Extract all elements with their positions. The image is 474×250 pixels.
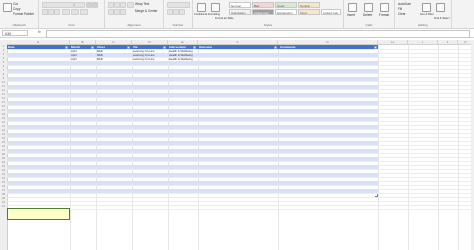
align-bottom-icon[interactable]: [120, 2, 126, 8]
copy-button[interactable]: Copy: [13, 7, 20, 11]
row-gridline: [7, 205, 474, 206]
conditional-formatting-icon[interactable]: [197, 3, 206, 12]
style-neutral[interactable]: Neutral: [298, 2, 320, 8]
name-box[interactable]: A36: [2, 30, 28, 36]
row-header[interactable]: 41: [0, 205, 7, 209]
row-gridline: [7, 209, 474, 210]
orientation-icon[interactable]: [127, 2, 134, 8]
column-gridline: [408, 45, 409, 250]
table-cell[interactable]: [198, 57, 199, 61]
delete-button[interactable]: Delete: [363, 13, 372, 17]
font-family-select[interactable]: [42, 2, 74, 8]
header-outcome: Outcome: [199, 45, 213, 49]
styles-group-label: Styles: [263, 23, 273, 27]
filter-dropdown-icon[interactable]: [91, 45, 94, 49]
font-size-select[interactable]: [74, 2, 85, 8]
header-date: Date: [8, 45, 15, 49]
filter-dropdown-icon[interactable]: [193, 45, 196, 49]
row-gridline: [7, 201, 474, 202]
row-gridline: [7, 197, 474, 198]
header-comments: Comments: [280, 45, 296, 49]
column-header-j[interactable]: J: [438, 40, 458, 45]
style-bad[interactable]: Bad: [252, 2, 274, 8]
editing-group-label: Editing: [418, 23, 428, 27]
clipboard-group-label: Clipboard: [12, 23, 26, 27]
clipboard-group: Cut Copy Format Painter Clipboard: [0, 0, 39, 28]
font-group: Font: [39, 0, 105, 28]
font-group-label: Font: [68, 23, 75, 27]
filter-dropdown-icon[interactable]: [274, 45, 277, 49]
format-as-table-button[interactable]: Format as Table: [215, 17, 234, 20]
style-normal[interactable]: Normal: [229, 2, 251, 8]
table-cell[interactable]: Health & Wellbeing: [168, 57, 193, 61]
wrap-text-button[interactable]: Wrap Text: [135, 2, 149, 6]
fill-button[interactable]: Fill: [398, 7, 402, 11]
table-row[interactable]: [7, 193, 378, 197]
insert-button[interactable]: Insert: [347, 13, 355, 17]
format-button[interactable]: Format: [379, 13, 389, 17]
paste-icon[interactable]: [3, 3, 12, 12]
shrink-font-icon[interactable]: [92, 2, 98, 8]
format-as-table-icon[interactable]: [211, 3, 220, 12]
find-select-icon[interactable]: [436, 3, 445, 12]
table-cell[interactable]: Learning On-Line: [132, 57, 155, 61]
merge-center-button[interactable]: Merge & Center: [135, 9, 158, 13]
column-gridline: [378, 45, 379, 250]
style-check-cell[interactable]: Check Cell: [252, 9, 274, 15]
ribbon: Cut Copy Format Painter Clipboard Font W…: [0, 0, 474, 29]
insert-icon[interactable]: [348, 3, 357, 12]
filter-dropdown-icon[interactable]: [163, 45, 166, 49]
autosum-button[interactable]: AutoSum: [398, 2, 411, 6]
delete-icon[interactable]: [364, 3, 373, 12]
table-cell[interactable]: [7, 57, 8, 61]
alignment-group: Wrap Text Merge & Center Alignment: [105, 0, 164, 28]
find-select-button[interactable]: Find & Select: [434, 17, 449, 20]
filter-dropdown-icon[interactable]: [127, 45, 130, 49]
table-resize-handle[interactable]: [375, 194, 378, 197]
style-good[interactable]: Good: [275, 2, 297, 8]
filter-dropdown-icon[interactable]: [374, 45, 377, 49]
selected-cell[interactable]: [7, 208, 70, 220]
styles-group: Conditional Formatting Format as Table N…: [193, 0, 344, 28]
worksheet-grid[interactable]: ABCDEFGHIJK 1 2 3 4 5 6 7 8 9 10 11 12 13 14 15 16 17 18 1…: [0, 40, 474, 250]
clear-button[interactable]: Clear: [398, 12, 406, 16]
sort-filter-icon[interactable]: [422, 3, 431, 12]
editing-group: AutoSum Fill Clear Sort & Filter Find & …: [395, 0, 452, 28]
number-group: Number: [164, 0, 193, 28]
column-gridline: [438, 45, 439, 250]
style-calculation[interactable]: Calculation: [229, 9, 251, 15]
format-icon[interactable]: [380, 3, 389, 12]
format-painter-button[interactable]: Format Painter: [13, 12, 34, 16]
number-group-label: Number: [172, 23, 184, 27]
cut-button[interactable]: Cut: [13, 2, 18, 6]
filter-dropdown-icon[interactable]: [65, 45, 68, 49]
formula-bar: A36 fx: [0, 29, 474, 38]
column-header-h[interactable]: H: [378, 40, 408, 45]
fill-color-icon[interactable]: [71, 9, 79, 15]
underline-icon[interactable]: [54, 9, 60, 15]
table-cell[interactable]: MHF: [96, 57, 103, 61]
cells-group: Insert Delete Format Cells: [344, 0, 395, 28]
column-header-i[interactable]: I: [408, 40, 438, 45]
conditional-formatting-button[interactable]: Conditional Formatting: [194, 13, 220, 16]
table-cell[interactable]: [279, 57, 280, 61]
column-gridline: [458, 45, 459, 250]
style-input[interactable]: Input: [298, 9, 320, 15]
borders-icon[interactable]: [62, 9, 70, 15]
table-cell[interactable]: April: [70, 57, 77, 61]
align-right-icon[interactable]: [120, 9, 126, 15]
comma-icon[interactable]: [179, 9, 185, 15]
formula-input[interactable]: [46, 30, 470, 38]
fx-icon[interactable]: fx: [38, 30, 41, 34]
style-explanatory[interactable]: Explanatory: [275, 9, 297, 15]
alignment-group-label: Alignment: [127, 23, 141, 27]
style-linked-cell[interactable]: Linked Cell: [321, 9, 341, 15]
number-format-select[interactable]: [167, 2, 190, 8]
cells-group-label: Cells: [365, 23, 373, 27]
font-color-icon[interactable]: [80, 9, 88, 15]
sort-filter-button[interactable]: Sort & Filter: [420, 13, 434, 16]
